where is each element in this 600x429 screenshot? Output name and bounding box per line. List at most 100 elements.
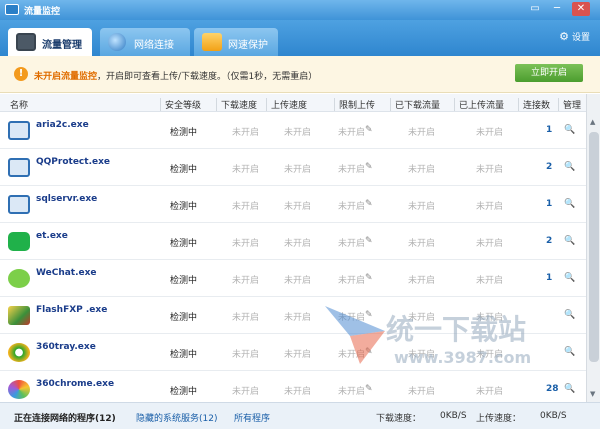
process-name: QQProtect.exe [36,157,110,167]
tab-label: 网络连接 [134,40,174,51]
tab-active-programs[interactable]: 正在连接网络的程序(12) [14,411,116,424]
edit-icon[interactable]: ✎ [365,162,373,172]
browser-icon [8,380,30,399]
minimize-icon[interactable]: ─ [548,2,566,16]
vertical-scrollbar[interactable]: ▲ ▼ [586,94,600,402]
edit-icon[interactable]: ✎ [365,273,373,283]
column-connections[interactable]: 连接数 [518,98,550,111]
uploaded-traffic: 未开启 [476,239,504,249]
manage-icon[interactable]: 🔍 [564,310,575,320]
360-icon [8,343,30,362]
tab-bar: 流量管理 网络连接 网速保护 ⚙ 设置 [0,20,600,56]
edit-icon[interactable]: ✎ [365,236,373,246]
edit-icon[interactable]: ✎ [365,310,373,320]
table-row[interactable]: 360tray.exe 检测中 未开启 未开启 未开启 ✎ 未开启 未开启 🔍 [0,334,586,371]
shield-icon [202,33,222,51]
tab-traffic-management[interactable]: 流量管理 [8,28,92,56]
table-row[interactable]: aria2c.exe 检测中 未开启 未开启 未开启 ✎ 未开启 未开启 1 🔍 [0,112,586,149]
manage-icon[interactable]: 🔍 [564,273,575,283]
scroll-down-icon[interactable]: ▼ [590,390,595,398]
monitoring-notice: ! 未开启流量监控，开启即可查看上传/下载速度。（仅需1秒，无需重启） 立即开启 [0,56,600,93]
download-speed: 未开启 [232,239,260,249]
settings-label: 设置 [571,33,590,43]
upload-limit: 未开启 [338,276,366,286]
table-row[interactable]: sqlservr.exe 检测中 未开启 未开启 未开启 ✎ 未开启 未开启 1… [0,186,586,223]
process-name: 360tray.exe [36,342,96,352]
globe-icon [108,33,126,51]
tab-all-programs[interactable]: 所有程序 [234,411,270,424]
tab-speed-protection[interactable]: 网速保护 [194,28,278,56]
table-row[interactable]: QQProtect.exe 检测中 未开启 未开启 未开启 ✎ 未开启 未开启 … [0,149,586,186]
download-speed-value: 0KB/S [440,411,467,421]
download-speed: 未开启 [232,165,260,175]
column-security[interactable]: 安全等级 [160,98,201,111]
uploaded-traffic: 未开启 [476,165,504,175]
table-row[interactable]: 360chrome.exe 检测中 未开启 未开启 未开启 ✎ 未开启 未开启 … [0,371,586,402]
enable-now-button[interactable]: 立即开启 [515,64,583,82]
downloaded-traffic: 未开启 [408,128,436,138]
connection-count: 2 [546,236,553,246]
tab-network-connections[interactable]: 网络连接 [100,28,190,56]
column-name[interactable]: 名称 [10,98,28,111]
upload-speed: 未开启 [284,165,312,175]
manage-icon[interactable]: 🔍 [564,199,575,209]
upload-limit: 未开启 [338,202,366,212]
tab-hidden-services[interactable]: 隐藏的系统服务(12) [136,411,217,424]
manage-icon[interactable]: 🔍 [564,236,575,246]
connection-count: 1 [546,125,553,135]
notice-text: ，开启即可查看上传/下载速度。（仅需1秒，无需重启） [97,72,318,82]
download-speed: 未开启 [232,387,260,397]
tab-label: 网速保护 [228,40,268,51]
warning-icon: ! [14,67,28,81]
status-bar: 正在连接网络的程序(12) 隐藏的系统服务(12) 所有程序 下载速度： 0KB… [0,402,600,429]
column-manage[interactable]: 管理 [558,98,581,111]
settings-button[interactable]: ⚙ 设置 [559,30,590,43]
upload-speed: 未开启 [284,202,312,212]
uploaded-traffic: 未开启 [476,276,504,286]
manage-icon[interactable]: 🔍 [564,347,575,357]
manage-icon[interactable]: 🔍 [564,125,575,135]
edit-icon[interactable]: ✎ [365,125,373,135]
download-speed: 未开启 [232,313,260,323]
security-level: 检测中 [170,313,198,323]
security-level: 检测中 [170,165,198,175]
wechat-icon [8,269,30,288]
download-speed: 未开启 [232,128,260,138]
scrollbar-thumb[interactable] [589,132,599,362]
manage-icon[interactable]: 🔍 [564,384,575,394]
close-icon[interactable]: ✕ [572,2,590,16]
downloaded-traffic: 未开启 [408,350,436,360]
upload-speed: 未开启 [284,350,312,360]
table-row[interactable]: WeChat.exe 检测中 未开启 未开启 未开启 ✎ 未开启 未开启 1 🔍 [0,260,586,297]
upload-limit: 未开启 [338,350,366,360]
connection-count: 1 [546,273,553,283]
table-row[interactable]: et.exe 检测中 未开启 未开启 未开启 ✎ 未开启 未开启 2 🔍 [0,223,586,260]
process-name: et.exe [36,231,68,241]
process-name: WeChat.exe [36,268,97,278]
edit-icon[interactable]: ✎ [365,199,373,209]
restore-icon[interactable]: ▭ [526,2,544,16]
security-level: 检测中 [170,276,198,286]
upload-speed: 未开启 [284,387,312,397]
process-name: FlashFXP .exe [36,305,108,315]
uploaded-traffic: 未开启 [476,128,504,138]
uploaded-traffic: 未开启 [476,313,504,323]
column-upload-speed[interactable]: 上传速度 [266,98,307,111]
window-title: 流量监控 [24,7,61,17]
upload-limit: 未开启 [338,313,366,323]
column-download-speed[interactable]: 下载速度 [216,98,257,111]
notice-message: 未开启流量监控，开启即可查看上传/下载速度。（仅需1秒，无需重启） [34,69,317,82]
manage-icon[interactable]: 🔍 [564,162,575,172]
edit-icon[interactable]: ✎ [365,384,373,394]
monitor-icon [16,33,36,51]
table-row[interactable]: FlashFXP .exe 检测中 未开启 未开启 未开启 ✎ 未开启 未开启 … [0,297,586,334]
process-name: sqlservr.exe [36,194,98,204]
upload-speed: 未开启 [284,313,312,323]
downloaded-traffic: 未开启 [408,387,436,397]
column-upload-limit[interactable]: 限制上传 [334,98,375,111]
column-downloaded[interactable]: 已下载流量 [390,98,440,111]
edit-icon[interactable]: ✎ [365,347,373,357]
download-speed: 未开启 [232,350,260,360]
scroll-up-icon[interactable]: ▲ [590,118,595,126]
column-uploaded[interactable]: 已上传流量 [454,98,504,111]
